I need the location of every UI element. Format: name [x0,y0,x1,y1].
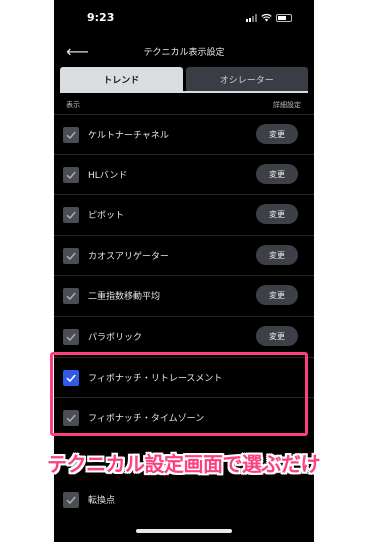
tab-bar: トレンド オシレーター [60,67,308,91]
status-time: 9:23 [87,11,115,24]
checkbox[interactable] [63,248,79,264]
indicator-row[interactable]: パラボリック 変更 [54,316,314,356]
tab-oscillator[interactable]: オシレーター [185,67,308,91]
status-bar: 9:23 [54,0,314,38]
checkbox[interactable] [63,167,79,183]
indicator-label: HLバンド [88,171,128,181]
page-title: テクニカル表示設定 [143,48,225,58]
indicator-label: 二重指数移動平均 [88,292,161,302]
change-button[interactable]: 変更 [256,245,298,265]
indicator-row[interactable]: 転換点 [54,479,314,519]
signal-icon [246,13,257,22]
status-icons [246,13,292,22]
detail-column-header: 詳細設定 [273,101,301,109]
tab-underline [60,91,308,93]
table-header: 表示 詳細設定 [54,97,314,113]
indicator-row[interactable]: フィボナッチ・リトレースメント [54,357,314,397]
caption-text: テクニカル設定画面で選ぶだけ [47,452,321,476]
indicator-row[interactable]: ケルトナーチャネル 変更 [54,114,314,154]
checkbox[interactable] [63,127,79,143]
change-button[interactable]: 変更 [256,164,298,184]
checkbox[interactable] [63,410,79,426]
indicator-label: フィボナッチ・タイムゾーン [88,414,205,424]
change-button[interactable]: 変更 [256,204,298,224]
indicator-label: パラボリック [88,333,143,343]
tab-trend[interactable]: トレンド [60,67,183,91]
checkbox[interactable] [63,492,79,508]
indicator-row[interactable]: ピボット 変更 [54,194,314,234]
change-button[interactable]: 変更 [256,326,298,346]
checkbox[interactable] [63,288,79,304]
indicator-label: フィボナッチ・リトレースメント [88,374,223,384]
show-column-header: 表示 [66,101,80,109]
nav-bar: ⟵ テクニカル表示設定 [54,40,314,66]
battery-icon [276,13,292,22]
wifi-icon [261,13,272,22]
indicator-row[interactable]: HLバンド 変更 [54,154,314,194]
indicator-row[interactable]: カオスアリゲーター 変更 [54,235,314,275]
change-button[interactable]: 変更 [256,124,298,144]
checkbox[interactable] [63,370,79,386]
indicator-label: ピボット [88,211,125,221]
home-indicator [136,529,232,533]
checkbox[interactable] [63,207,79,223]
indicator-label: ケルトナーチャネル [88,131,169,141]
indicator-row[interactable]: 二重指数移動平均 変更 [54,275,314,315]
indicator-label: カオスアリゲーター [88,252,170,262]
change-button[interactable]: 変更 [256,285,298,305]
indicator-label: 転換点 [88,496,116,506]
checkbox[interactable] [63,329,79,345]
indicator-row[interactable]: フィボナッチ・タイムゾーン [54,397,314,437]
